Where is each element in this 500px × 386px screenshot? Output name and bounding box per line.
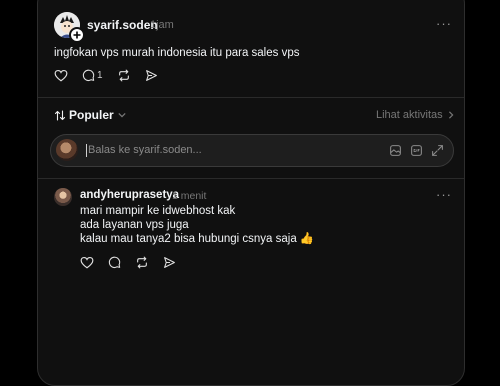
- gif-icon: [411, 145, 422, 156]
- comment-line: kalau mau tanya2 bisa hubungi csnya saja…: [80, 233, 315, 245]
- reply-tools: [389, 144, 452, 157]
- like-button[interactable]: [54, 69, 68, 82]
- share-button[interactable]: [163, 256, 176, 269]
- sort-dropdown[interactable]: Populer: [54, 108, 126, 122]
- chevron-down-icon: [118, 112, 126, 118]
- comment-button[interactable]: 1: [82, 69, 103, 82]
- expand-button[interactable]: [431, 144, 444, 157]
- repost-icon: [137, 256, 147, 269]
- view-activity-link[interactable]: Lihat aktivitas: [376, 109, 454, 121]
- activity-label: Lihat aktivitas: [376, 109, 443, 121]
- comment-more-button[interactable]: ···: [436, 187, 452, 202]
- sort-label: Populer: [69, 108, 114, 122]
- follow-plus-icon[interactable]: [69, 27, 85, 43]
- comment-button[interactable]: [108, 256, 121, 269]
- divider: [38, 97, 464, 98]
- share-icon: [145, 70, 157, 81]
- comment-icon: [108, 256, 121, 268]
- share-button[interactable]: [145, 69, 158, 82]
- image-icon: [390, 145, 401, 156]
- repost-button[interactable]: [135, 256, 149, 269]
- comment-author-avatar[interactable]: [54, 188, 72, 206]
- like-button[interactable]: [80, 256, 94, 269]
- post-actions: 1: [54, 69, 172, 82]
- post-time: 1jam: [150, 19, 174, 31]
- attach-image-button[interactable]: [389, 144, 402, 157]
- reply-count: 1: [97, 70, 103, 81]
- my-avatar: [56, 139, 78, 161]
- share-icon: [164, 257, 175, 268]
- comment-time: 1 menit: [172, 190, 207, 202]
- attach-gif-button[interactable]: [410, 144, 423, 157]
- chevron-right-icon: [448, 111, 454, 119]
- comment-username[interactable]: andyheruprasetya: [80, 189, 179, 201]
- reply-input[interactable]: Balas ke syarif.soden...: [86, 144, 202, 157]
- post-username[interactable]: syarif.soden: [87, 18, 158, 32]
- repost-icon: [118, 69, 129, 82]
- post-text: ingfokan vps murah indonesia itu para sa…: [54, 47, 300, 59]
- heart-icon: [80, 256, 94, 269]
- heart-icon: [54, 69, 68, 82]
- repost-button[interactable]: [117, 69, 131, 82]
- divider: [38, 178, 464, 179]
- comment-line: ada layanan vps juga: [80, 219, 189, 231]
- sort-icon: [54, 109, 66, 121]
- comment-line: mari mampir ke idwebhost kak: [80, 205, 236, 217]
- comment-icon: [82, 69, 95, 81]
- post-more-button[interactable]: ···: [436, 16, 452, 31]
- expand-icon: [432, 145, 443, 156]
- comment-actions: [80, 256, 190, 269]
